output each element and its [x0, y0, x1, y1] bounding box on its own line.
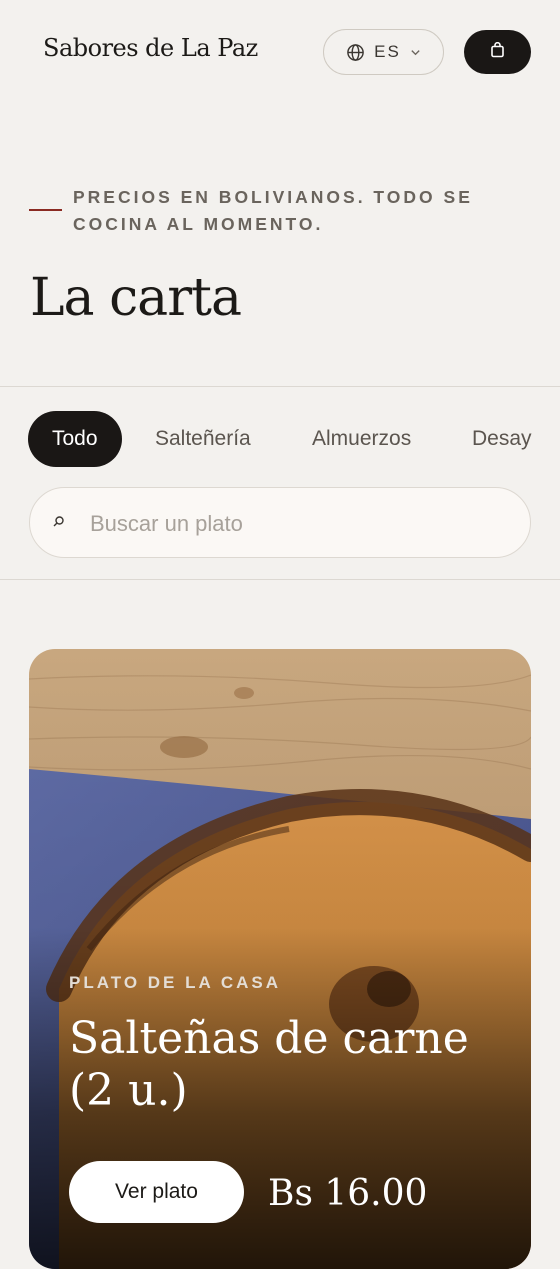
language-code: ES — [374, 42, 401, 61]
search-input[interactable] — [88, 488, 512, 559]
featured-label: PLATO DE LA CASA — [69, 973, 282, 992]
featured-dish-card[interactable]: PLATO DE LA CASA Salteñas de carne (2 u.… — [29, 649, 531, 1269]
brand-logo[interactable]: Sabores de La Paz — [43, 34, 258, 62]
pricing-note: PRECIOS EN BOLIVIANOS. TODO SE COCINA AL… — [73, 187, 473, 234]
divider — [0, 579, 560, 580]
cart-button[interactable] — [464, 30, 531, 74]
view-dish-button[interactable]: Ver plato — [69, 1161, 244, 1223]
shopping-bag-icon — [490, 41, 505, 63]
site-header: Sabores de La Paz ES — [0, 0, 560, 105]
eyebrow-accent-line — [29, 209, 62, 211]
dish-title: Salteñas de carne (2 u.) — [69, 1013, 469, 1116]
category-tabs: Todo Salteñería Almuerzos Desay — [28, 411, 560, 467]
tab-almuerzos[interactable]: Almuerzos — [312, 411, 411, 467]
chevron-down-icon — [410, 47, 421, 58]
page-title: La carta — [30, 268, 242, 328]
dish-price: Bs 16.00 — [268, 1173, 428, 1214]
search-bar — [29, 487, 531, 559]
language-selector[interactable]: ES — [323, 29, 444, 75]
divider — [0, 386, 560, 387]
globe-icon — [346, 43, 365, 62]
tab-todo[interactable]: Todo — [28, 411, 122, 467]
tab-desayunos[interactable]: Desay — [472, 411, 532, 467]
search-icon — [50, 514, 66, 535]
tab-salteneria[interactable]: Salteñería — [155, 411, 251, 467]
